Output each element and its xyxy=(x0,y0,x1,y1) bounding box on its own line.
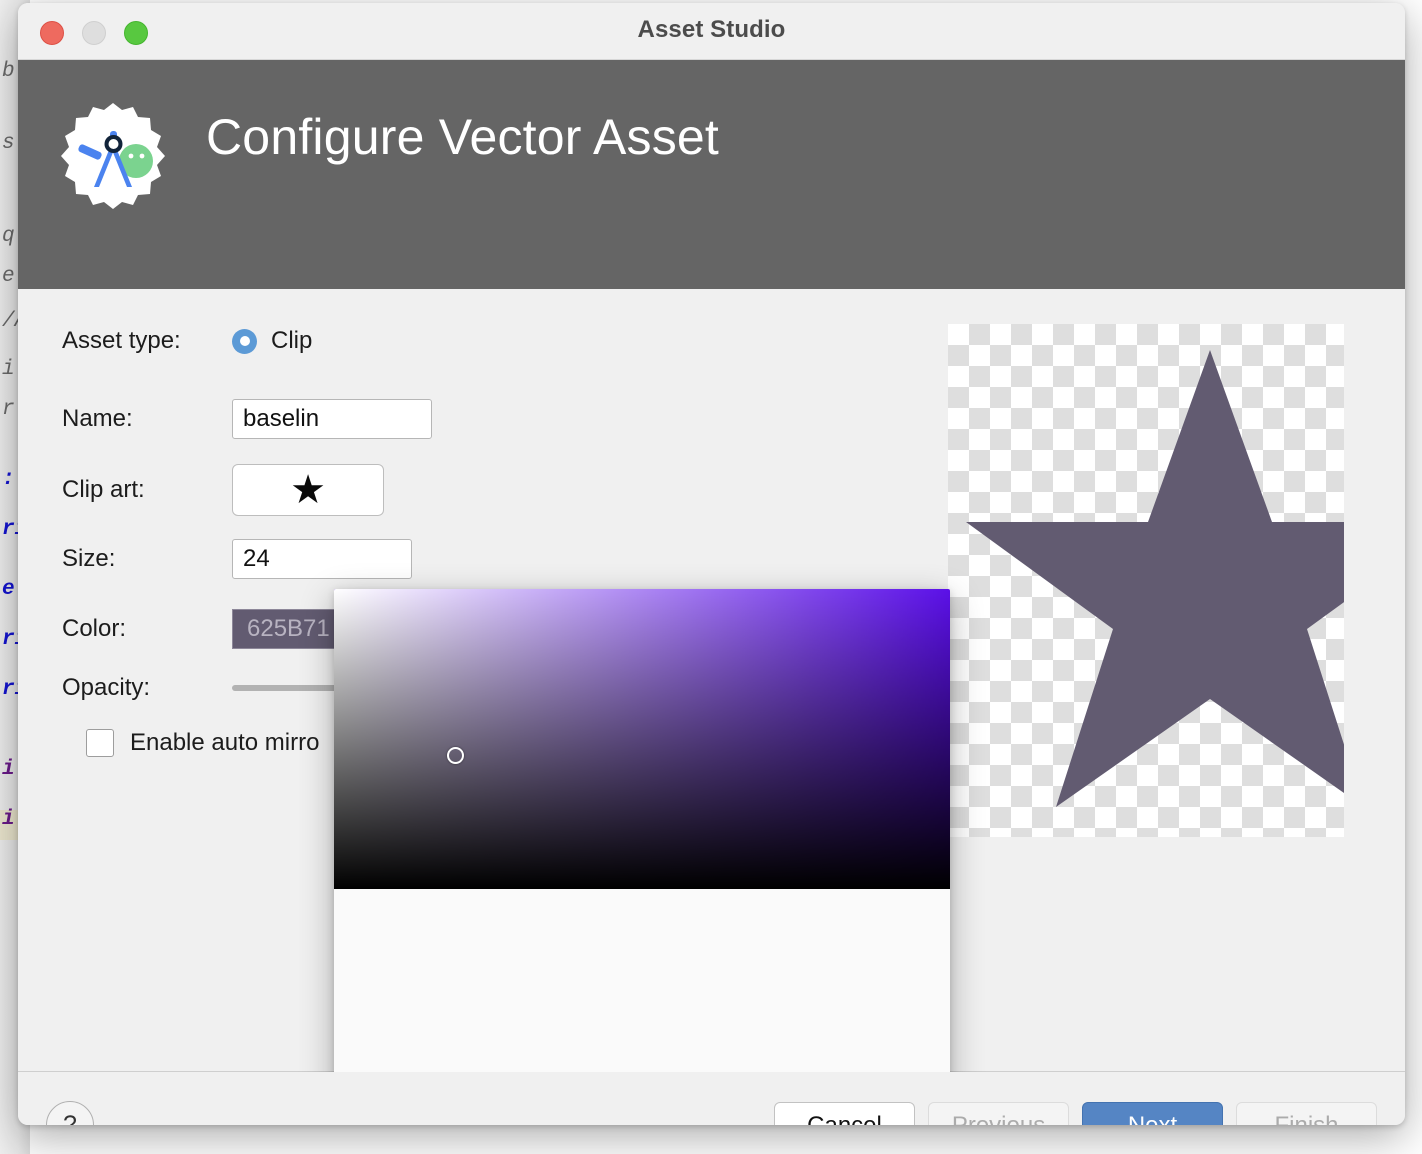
cancel-button[interactable]: Cancel xyxy=(774,1102,915,1125)
radio-dot-icon xyxy=(239,336,250,346)
star-icon: ★ xyxy=(290,468,326,512)
page-title: Configure Vector Asset xyxy=(206,109,720,165)
window-titlebar: Asset Studio xyxy=(18,3,1405,60)
form-row-clipart: Clip art: ★ xyxy=(62,464,384,516)
previous-button[interactable]: Previous xyxy=(928,1102,1069,1125)
form-row-asset-type: Asset type: Clip xyxy=(62,327,312,355)
next-button[interactable]: Next xyxy=(1082,1102,1223,1125)
dialog-header-banner: Configure Vector Asset xyxy=(18,60,1405,289)
enable-auto-mirror-checkbox[interactable] xyxy=(86,729,114,757)
form-row-opacity: Opacity: xyxy=(62,674,352,702)
finish-button[interactable]: Finish xyxy=(1236,1102,1377,1125)
color-picker-popup: R 98 G 91 B 113 Hex 625B71 xyxy=(334,589,950,1125)
clip-art-label: Clip art: xyxy=(62,476,145,503)
asset-type-label: Asset type: xyxy=(62,327,181,354)
asset-studio-window: Asset Studio Configure Vector Asset Asse… xyxy=(18,3,1405,1125)
clip-art-picker-button[interactable]: ★ xyxy=(232,464,384,516)
asset-type-radio-clipart[interactable] xyxy=(232,328,257,354)
android-studio-logo-icon xyxy=(50,101,176,227)
sv-black-layer xyxy=(334,589,950,889)
name-input[interactable]: baselin xyxy=(232,399,432,439)
sv-cursor-handle[interactable] xyxy=(447,747,464,764)
dialog-body: Asset type: Clip Name: baselin Clip art:… xyxy=(18,289,1405,1125)
form-row-size: Size: 24 xyxy=(62,539,412,579)
size-input[interactable]: 24 xyxy=(232,539,412,579)
form-row-name: Name: baselin xyxy=(62,399,432,439)
window-title: Asset Studio xyxy=(637,16,786,43)
dialog-footer: ? Cancel Previous Next Finish xyxy=(18,1072,1405,1125)
opacity-label: Opacity: xyxy=(62,674,151,701)
color-label: Color: xyxy=(62,615,127,642)
help-button[interactable]: ? xyxy=(46,1101,94,1125)
form-row-auto-mirror: Enable auto mirro xyxy=(86,729,319,757)
vector-drawable-preview xyxy=(948,324,1344,837)
footer-button-group: Cancel Previous Next Finish xyxy=(774,1102,1377,1125)
size-label: Size: xyxy=(62,545,116,572)
name-label: Name: xyxy=(62,405,133,432)
asset-type-radio-label: Clip xyxy=(271,327,313,354)
preview-star-icon xyxy=(966,342,1344,820)
saturation-value-area[interactable] xyxy=(334,589,950,889)
enable-auto-mirror-label: Enable auto mirro xyxy=(130,729,320,756)
